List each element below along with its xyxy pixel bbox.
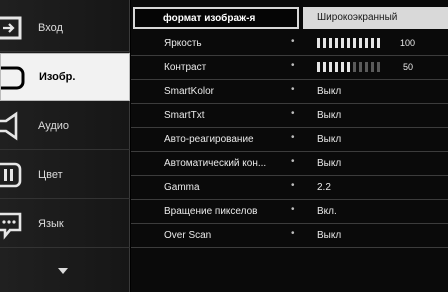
setting-value: Выкл [317, 110, 342, 121]
pixel-orbiting-row[interactable]: Вращение пикселов • Вкл. [131, 200, 448, 224]
slider-segment [323, 62, 326, 72]
separator-dot: • [291, 204, 295, 215]
contrast-value: 50 [403, 62, 414, 72]
sidebar-item-label: Вход [38, 21, 63, 34]
overscan-row[interactable]: Over Scan • Выкл [131, 224, 448, 248]
settings-panel: формат изображ-я Широкоэкранный Яркость … [131, 0, 448, 292]
slider-segment [371, 38, 374, 48]
speaker-icon [0, 111, 18, 141]
slider-segment [329, 38, 332, 48]
contrast-row[interactable]: Контраст • 50 [131, 56, 448, 80]
separator-dot: • [291, 132, 295, 143]
slider-segment [365, 38, 368, 48]
picture-format-label-box[interactable]: формат изображ-я [133, 7, 299, 29]
sidebar-item-label: Аудио [38, 119, 70, 132]
slider-segment [347, 62, 350, 72]
slider-segment [359, 38, 362, 48]
slider-segment [317, 38, 320, 48]
setting-value: Выкл [317, 86, 342, 97]
slider-segment [377, 38, 380, 48]
sidebar-item-input[interactable]: Вход [0, 4, 130, 52]
brightness-slider[interactable] [317, 38, 380, 48]
input-icon [0, 16, 22, 40]
sidebar-item-color[interactable]: Цвет [0, 151, 130, 199]
slider-segment [323, 38, 326, 48]
setting-name: Over Scan [164, 230, 212, 241]
setting-value: Вкл. [317, 206, 337, 217]
setting-name: Авто-реагирование [164, 134, 254, 145]
setting-name: Контраст [164, 62, 207, 73]
slider-segment [353, 62, 356, 72]
sidebar-item-audio[interactable]: Аудио [0, 102, 130, 150]
sidebar-item-label: Цвет [38, 168, 63, 181]
sidebar-item-label: Язык [38, 217, 64, 230]
separator-dot: • [291, 108, 295, 119]
slider-segment [377, 62, 380, 72]
smarttxt-row[interactable]: SmartTxt • Выкл [131, 104, 448, 128]
slider-segment [353, 38, 356, 48]
slider-segment [359, 62, 362, 72]
slider-segment [335, 38, 338, 48]
sidebar-item-picture[interactable]: Изобр. [0, 53, 130, 101]
slider-segment [347, 38, 350, 48]
sidebar-item-language[interactable]: Язык [0, 200, 130, 248]
slider-segment [365, 62, 368, 72]
sidebar: Вход Изобр. Аудио Цвет Язык [0, 0, 130, 292]
brightness-value: 100 [400, 38, 416, 48]
picture-format-row[interactable]: формат изображ-я Широкоэкранный [131, 4, 448, 30]
picture-format-value-box[interactable]: Широкоэкранный [303, 7, 448, 29]
chevron-down-icon[interactable] [58, 268, 68, 276]
slider-segment [335, 62, 338, 72]
setting-value: Выкл [317, 158, 342, 169]
picture-icon [1, 66, 25, 90]
separator-dot: • [291, 36, 295, 47]
picture-format-label: формат изображ-я [163, 13, 256, 24]
separator-dot: • [291, 180, 295, 191]
slider-segment [329, 62, 332, 72]
setting-name: Автоматический кон... [164, 158, 267, 169]
auto-contrast-row[interactable]: Автоматический кон... • Выкл [131, 152, 448, 176]
language-icon [0, 212, 22, 240]
separator-dot: • [291, 156, 295, 167]
setting-name: SmartTxt [164, 110, 205, 121]
gamma-row[interactable]: Gamma • 2.2 [131, 176, 448, 200]
slider-segment [341, 62, 344, 72]
separator-dot: • [291, 84, 295, 95]
slider-segment [371, 62, 374, 72]
setting-value: Выкл [317, 230, 342, 241]
brightness-row[interactable]: Яркость • 100 [131, 32, 448, 56]
separator-dot: • [291, 60, 295, 71]
picture-format-value: Широкоэкранный [317, 12, 398, 23]
smartkolor-row[interactable]: SmartKolor • Выкл [131, 80, 448, 104]
osd-menu: Вход Изобр. Аудио Цвет Язык формат изобр… [0, 0, 448, 292]
auto-response-row[interactable]: Авто-реагирование • Выкл [131, 128, 448, 152]
contrast-slider[interactable] [317, 62, 380, 72]
setting-value: Выкл [317, 134, 342, 145]
color-icon [0, 162, 22, 188]
separator-dot: • [291, 228, 295, 239]
setting-value: 2.2 [317, 182, 331, 193]
setting-name: Вращение пикселов [164, 206, 258, 217]
setting-name: SmartKolor [164, 86, 215, 97]
slider-segment [317, 62, 320, 72]
slider-segment [341, 38, 344, 48]
setting-name: Яркость [164, 38, 202, 49]
sidebar-item-label: Изобр. [39, 71, 76, 83]
setting-name: Gamma [164, 182, 200, 193]
